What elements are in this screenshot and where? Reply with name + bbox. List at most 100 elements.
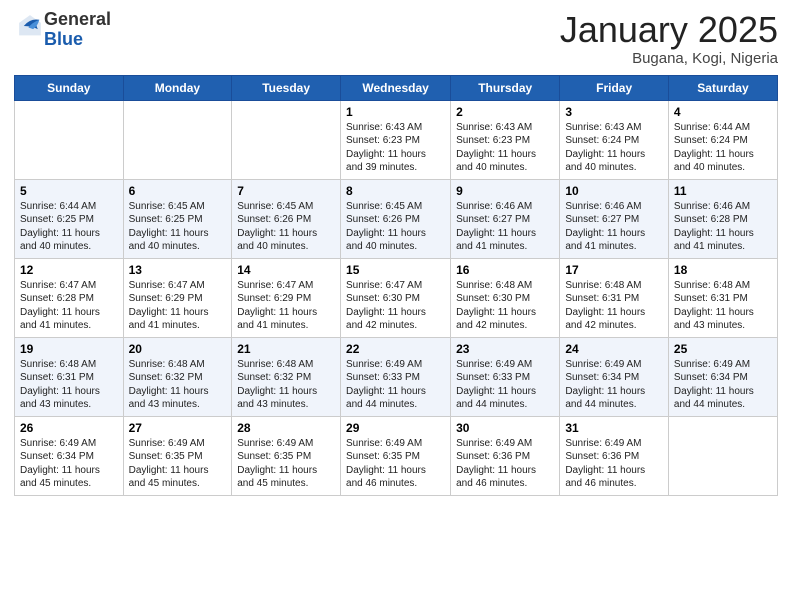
calendar-cell: 19Sunrise: 6:48 AMSunset: 6:31 PMDayligh… [15, 337, 124, 416]
day-number: 23 [456, 342, 554, 356]
calendar-header-row: SundayMondayTuesdayWednesdayThursdayFrid… [15, 75, 778, 100]
calendar-week-row: 5Sunrise: 6:44 AMSunset: 6:25 PMDaylight… [15, 179, 778, 258]
day-number: 11 [674, 184, 772, 198]
day-number: 19 [20, 342, 118, 356]
page: General Blue January 2025 Bugana, Kogi, … [0, 0, 792, 612]
calendar-cell: 9 Sunrise: 6:46 AMSunset: 6:27 PMDaylight… [451, 179, 560, 258]
day-number: 27 [129, 421, 227, 435]
calendar-cell: 21 Sunrise: 6:48 AMSunset: 6:32 PMDayligh… [232, 337, 341, 416]
calendar-cell: 22Sunrise: 6:49 AMSunset: 6:33 PMDayligh… [341, 337, 451, 416]
day-number: 22 [346, 342, 445, 356]
calendar-cell: 10Sunrise: 6:46 AMSunset: 6:27 PMDayligh… [560, 179, 669, 258]
day-info: Sunrise: 6:47 AMSunset: 6:28 PMDaylight:… [20, 279, 118, 333]
calendar-cell: 31 Sunrise: 6:49 AMSunset: 6:36 PMDayligh… [560, 416, 669, 495]
calendar-cell: 24 Sunrise: 6:49 AMSunset: 6:34 PMDayligh… [560, 337, 669, 416]
day-info: Sunrise: 6:49 AMSunset: 6:33 PMDaylight:… [456, 358, 554, 412]
calendar-cell: 1Sunrise: 6:43 AMSunset: 6:23 PMDaylight… [341, 100, 451, 179]
day-number: 9 [456, 184, 554, 198]
day-of-week-header: Friday [560, 75, 669, 100]
day-number: 8 [346, 184, 445, 198]
day-info: Sunrise: 6:48 AMSunset: 6:31 PMDaylight:… [674, 279, 772, 333]
day-info: Sunrise: 6:46 AMSunset: 6:27 PMDaylight:… [456, 200, 554, 254]
calendar-cell: 2 Sunrise: 6:43 AMSunset: 6:23 PMDaylight… [451, 100, 560, 179]
logo: General Blue [14, 10, 111, 50]
calendar-cell: 12 Sunrise: 6:47 AMSunset: 6:28 PMDayligh… [15, 258, 124, 337]
calendar-cell [15, 100, 124, 179]
calendar-cell: 29Sunrise: 6:49 AMSunset: 6:35 PMDayligh… [341, 416, 451, 495]
day-number: 3 [565, 105, 663, 119]
logo-general-text: General [44, 9, 111, 29]
day-number: 15 [346, 263, 445, 277]
title-block: January 2025 Bugana, Kogi, Nigeria [560, 10, 778, 67]
day-info: Sunrise: 6:49 AMSunset: 6:34 PMDaylight:… [674, 358, 772, 412]
calendar-cell: 13 Sunrise: 6:47 AMSunset: 6:29 PMDayligh… [123, 258, 232, 337]
day-info: Sunrise: 6:48 AMSunset: 6:30 PMDaylight:… [456, 279, 554, 333]
day-of-week-header: Wednesday [341, 75, 451, 100]
day-number: 16 [456, 263, 554, 277]
day-number: 28 [237, 421, 335, 435]
calendar-cell: 17 Sunrise: 6:48 AMSunset: 6:31 PMDayligh… [560, 258, 669, 337]
day-of-week-header: Thursday [451, 75, 560, 100]
calendar-cell [232, 100, 341, 179]
day-number: 25 [674, 342, 772, 356]
day-number: 29 [346, 421, 445, 435]
day-info: Sunrise: 6:46 AMSunset: 6:28 PMDaylight:… [674, 200, 772, 254]
calendar-cell: 20 Sunrise: 6:48 AMSunset: 6:32 PMDayligh… [123, 337, 232, 416]
day-info: Sunrise: 6:43 AMSunset: 6:24 PMDaylight:… [565, 121, 663, 175]
calendar-cell: 28 Sunrise: 6:49 AMSunset: 6:35 PMDayligh… [232, 416, 341, 495]
calendar-cell [668, 416, 777, 495]
day-number: 12 [20, 263, 118, 277]
calendar-cell: 6Sunrise: 6:45 AMSunset: 6:25 PMDaylight… [123, 179, 232, 258]
day-number: 30 [456, 421, 554, 435]
day-number: 13 [129, 263, 227, 277]
day-info: Sunrise: 6:49 AMSunset: 6:36 PMDaylight:… [456, 437, 554, 491]
day-info: Sunrise: 6:47 AMSunset: 6:29 PMDaylight:… [129, 279, 227, 333]
calendar-cell: 8 Sunrise: 6:45 AMSunset: 6:26 PMDaylight… [341, 179, 451, 258]
calendar-cell: 23 Sunrise: 6:49 AMSunset: 6:33 PMDayligh… [451, 337, 560, 416]
day-number: 31 [565, 421, 663, 435]
header: General Blue January 2025 Bugana, Kogi, … [14, 10, 778, 67]
day-info: Sunrise: 6:49 AMSunset: 6:35 PMDaylight:… [129, 437, 227, 491]
calendar-cell [123, 100, 232, 179]
calendar-location: Bugana, Kogi, Nigeria [560, 50, 778, 67]
logo-blue-text: Blue [44, 29, 83, 49]
day-info: Sunrise: 6:43 AMSunset: 6:23 PMDaylight:… [346, 121, 445, 175]
day-number: 14 [237, 263, 335, 277]
calendar-week-row: 19Sunrise: 6:48 AMSunset: 6:31 PMDayligh… [15, 337, 778, 416]
day-number: 2 [456, 105, 554, 119]
calendar-week-row: 12 Sunrise: 6:47 AMSunset: 6:28 PMDayligh… [15, 258, 778, 337]
calendar-cell: 30 Sunrise: 6:49 AMSunset: 6:36 PMDayligh… [451, 416, 560, 495]
day-of-week-header: Monday [123, 75, 232, 100]
calendar-cell: 14 Sunrise: 6:47 AMSunset: 6:29 PMDayligh… [232, 258, 341, 337]
day-number: 24 [565, 342, 663, 356]
calendar-cell: 18 Sunrise: 6:48 AMSunset: 6:31 PMDayligh… [668, 258, 777, 337]
day-info: Sunrise: 6:49 AMSunset: 6:36 PMDaylight:… [565, 437, 663, 491]
calendar-week-row: 1Sunrise: 6:43 AMSunset: 6:23 PMDaylight… [15, 100, 778, 179]
calendar-cell: 5Sunrise: 6:44 AMSunset: 6:25 PMDaylight… [15, 179, 124, 258]
day-of-week-header: Saturday [668, 75, 777, 100]
calendar-cell: 15Sunrise: 6:47 AMSunset: 6:30 PMDayligh… [341, 258, 451, 337]
day-info: Sunrise: 6:48 AMSunset: 6:32 PMDaylight:… [237, 358, 335, 412]
day-info: Sunrise: 6:48 AMSunset: 6:31 PMDaylight:… [565, 279, 663, 333]
day-info: Sunrise: 6:48 AMSunset: 6:32 PMDaylight:… [129, 358, 227, 412]
day-number: 6 [129, 184, 227, 198]
day-info: Sunrise: 6:49 AMSunset: 6:34 PMDaylight:… [565, 358, 663, 412]
day-info: Sunrise: 6:44 AMSunset: 6:24 PMDaylight:… [674, 121, 772, 175]
day-info: Sunrise: 6:45 AMSunset: 6:26 PMDaylight:… [346, 200, 445, 254]
day-info: Sunrise: 6:44 AMSunset: 6:25 PMDaylight:… [20, 200, 118, 254]
day-number: 18 [674, 263, 772, 277]
day-info: Sunrise: 6:49 AMSunset: 6:35 PMDaylight:… [237, 437, 335, 491]
day-info: Sunrise: 6:47 AMSunset: 6:29 PMDaylight:… [237, 279, 335, 333]
day-number: 21 [237, 342, 335, 356]
day-of-week-header: Sunday [15, 75, 124, 100]
day-number: 26 [20, 421, 118, 435]
day-info: Sunrise: 6:43 AMSunset: 6:23 PMDaylight:… [456, 121, 554, 175]
day-number: 17 [565, 263, 663, 277]
calendar-cell: 16 Sunrise: 6:48 AMSunset: 6:30 PMDayligh… [451, 258, 560, 337]
calendar-cell: 7Sunrise: 6:45 AMSunset: 6:26 PMDaylight… [232, 179, 341, 258]
calendar-cell: 27 Sunrise: 6:49 AMSunset: 6:35 PMDayligh… [123, 416, 232, 495]
day-number: 20 [129, 342, 227, 356]
day-info: Sunrise: 6:49 AMSunset: 6:34 PMDaylight:… [20, 437, 118, 491]
day-info: Sunrise: 6:45 AMSunset: 6:26 PMDaylight:… [237, 200, 335, 254]
calendar-cell: 26 Sunrise: 6:49 AMSunset: 6:34 PMDayligh… [15, 416, 124, 495]
